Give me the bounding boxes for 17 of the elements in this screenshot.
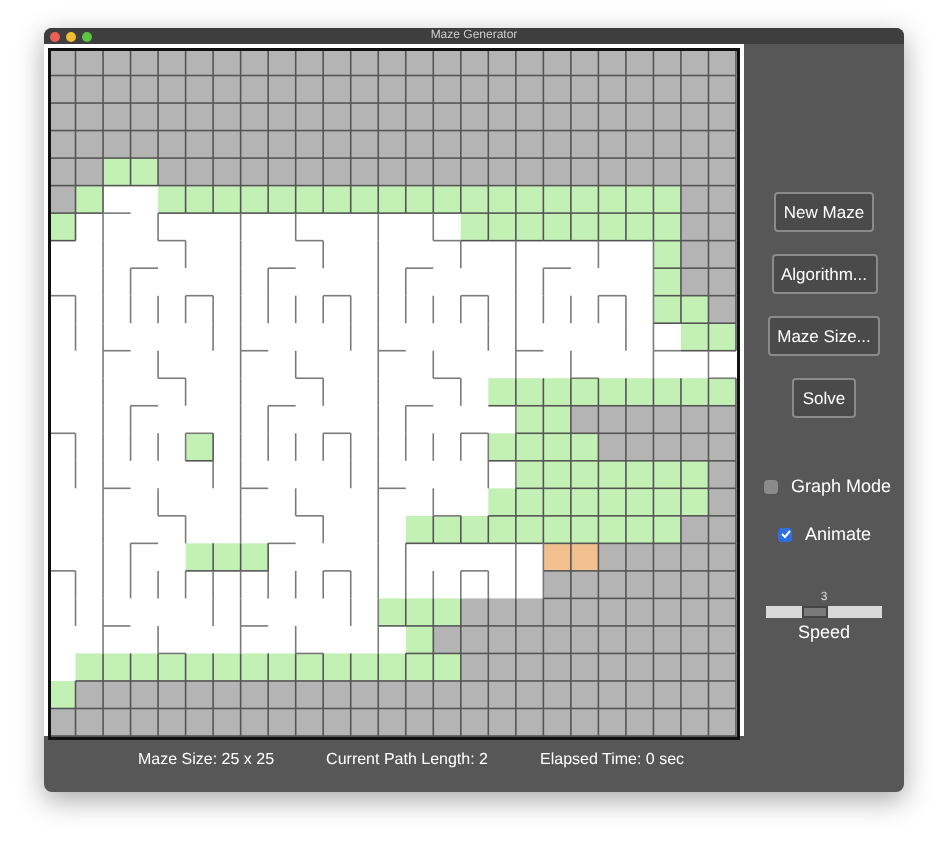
slider-label: Speed — [797, 620, 851, 647]
toolbar-button[interactable]: Solve — [792, 378, 856, 419]
checkbox-label: Animate — [804, 521, 872, 548]
status-text: Elapsed Time: 0 sec — [540, 748, 685, 773]
checkbox[interactable] — [764, 480, 779, 495]
speed-slider[interactable] — [766, 606, 882, 619]
status-text: Maze Size: 25 x 25 — [138, 748, 275, 773]
slider-thumb[interactable] — [802, 606, 828, 619]
checkbox[interactable] — [778, 527, 793, 542]
toolbar-button[interactable]: New Maze — [773, 192, 875, 233]
toolbar-button[interactable]: Maze Size... — [767, 316, 881, 357]
checkbox-label: Graph Mode — [790, 474, 892, 501]
maximize-button[interactable] — [82, 32, 92, 42]
status-text: Current Path Length: 2 — [326, 748, 488, 773]
close-button[interactable] — [50, 32, 60, 42]
toolbar-button[interactable]: Algorithm... — [771, 254, 877, 295]
minimize-button[interactable] — [66, 32, 76, 42]
